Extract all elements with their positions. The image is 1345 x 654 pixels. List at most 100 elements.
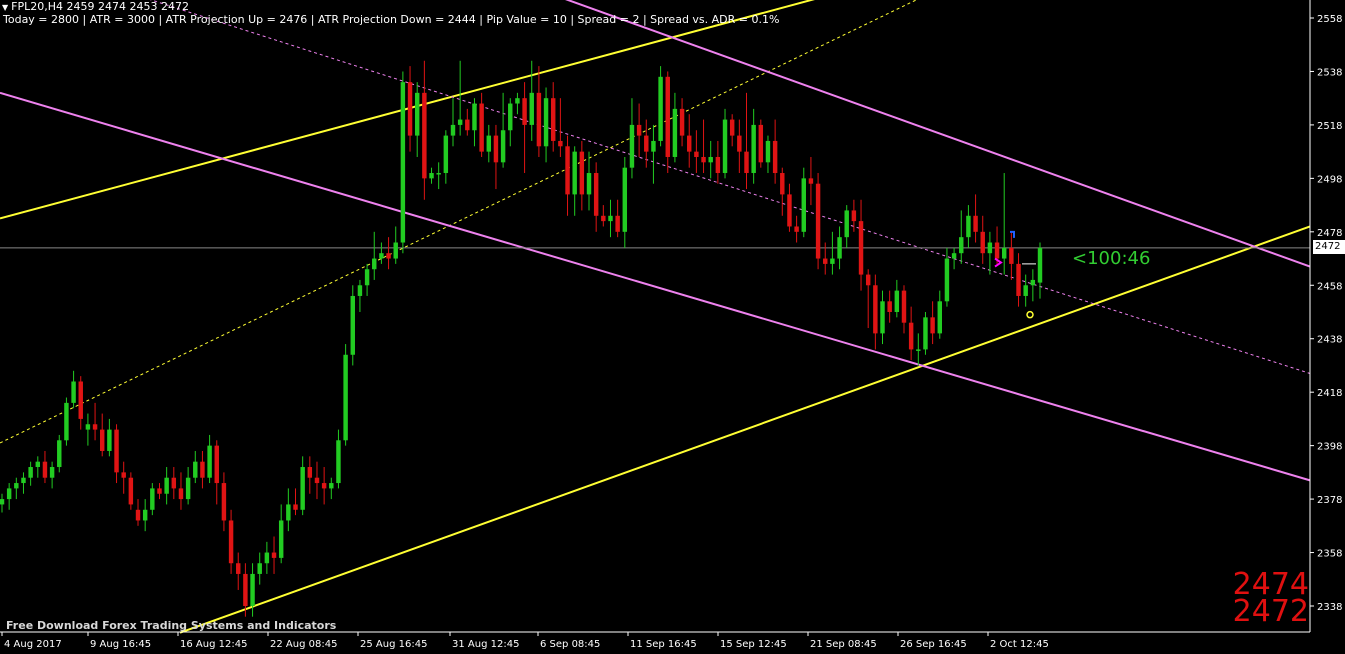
candle-body — [987, 242, 993, 254]
candle-body — [92, 424, 98, 430]
candle-body — [1016, 263, 1021, 296]
candle-body — [422, 92, 427, 179]
candle-body — [178, 488, 184, 500]
candle-body — [780, 173, 785, 195]
candle-body — [100, 429, 105, 451]
candle — [393, 226, 398, 264]
candle — [508, 98, 513, 147]
candle-body — [665, 76, 670, 157]
candle-body — [57, 440, 62, 468]
price-chart[interactable]: 2558 2538 2518 2498 2478 2458 2438 2418 2398 2378… — [0, 0, 1345, 654]
candle-body — [837, 237, 842, 259]
arrow-marker-blue — [1010, 230, 1015, 238]
candle — [157, 483, 162, 500]
candle — [257, 552, 262, 585]
candle — [436, 162, 441, 190]
candle-body — [865, 274, 871, 286]
x-tick-label: 4 Aug 2017 — [4, 639, 62, 650]
candle-body — [586, 173, 592, 195]
candle — [579, 140, 585, 211]
candle-body — [35, 461, 41, 468]
candle — [737, 119, 742, 174]
candle-body — [271, 552, 277, 558]
candle — [987, 231, 993, 275]
candle — [1001, 173, 1007, 275]
x-tick-label: 9 Aug 16:45 — [90, 639, 151, 650]
candle — [343, 344, 348, 446]
candle-body — [994, 242, 1000, 259]
candle-body — [1023, 285, 1028, 296]
candle — [307, 456, 313, 494]
candle — [350, 285, 355, 366]
axes: 2558 2538 2518 2498 2478 2458 2438 2418 2398 2378… — [0, 0, 1342, 650]
candle — [665, 71, 670, 174]
candle — [1009, 231, 1014, 280]
candle — [543, 87, 549, 163]
candle-body — [515, 98, 520, 104]
candle — [178, 472, 184, 510]
candles — [0, 60, 1043, 617]
x-tick-label: 26 Sep 16:45 — [900, 639, 967, 650]
x-tick-label: 22 Aug 08:45 — [270, 639, 337, 650]
candle — [486, 124, 492, 163]
candle-body — [565, 146, 570, 195]
collapse-triangle-icon[interactable]: ▼ — [2, 3, 8, 12]
candle-body — [207, 445, 212, 478]
candle-body — [916, 349, 921, 351]
bar-countdown: <100:46 — [1072, 248, 1151, 269]
candle — [679, 98, 685, 147]
candle — [966, 205, 971, 248]
candle-body — [221, 483, 227, 521]
candle — [837, 226, 842, 270]
y-tick-label: 2418 — [1317, 388, 1342, 399]
candle — [550, 82, 556, 152]
candle-body — [980, 231, 985, 254]
candle-body — [214, 445, 219, 484]
y-tick-label: 2498 — [1317, 174, 1342, 185]
y-tick-label: 2378 — [1317, 495, 1342, 506]
candle — [0, 493, 5, 513]
candle-body — [558, 140, 563, 147]
candle-body — [880, 301, 885, 334]
candle-body — [873, 285, 878, 334]
candle — [300, 456, 305, 516]
candle-body — [815, 183, 821, 259]
x-tick-label: 15 Sep 12:45 — [720, 639, 787, 650]
candle — [286, 488, 291, 532]
candle-body — [708, 156, 713, 163]
y-tick-label: 2538 — [1317, 67, 1342, 78]
candle — [164, 467, 169, 505]
candle-body — [364, 269, 370, 286]
candle — [536, 66, 542, 157]
candle-body — [722, 119, 728, 174]
candle — [42, 450, 48, 484]
watermark-text: Free Download Forex Trading Systems and … — [6, 619, 337, 632]
candle-body — [357, 285, 363, 296]
candle-body — [185, 477, 191, 500]
candle — [114, 424, 119, 484]
candle-body — [951, 253, 957, 259]
candle — [923, 312, 928, 355]
candle — [515, 92, 520, 115]
candle — [479, 92, 484, 157]
candle — [572, 146, 577, 216]
candle-body — [887, 301, 892, 312]
candle-body — [293, 504, 298, 510]
candle — [465, 108, 470, 136]
candle-body — [393, 242, 398, 259]
candle-body — [923, 317, 928, 350]
candle — [336, 429, 341, 489]
candle — [794, 215, 799, 243]
y-tick-label: 2398 — [1317, 442, 1342, 453]
candle-body — [772, 140, 778, 174]
candle — [729, 114, 735, 147]
candle — [372, 231, 377, 280]
candle — [57, 434, 62, 473]
candle — [751, 108, 756, 184]
candle-body — [737, 135, 742, 152]
candle-body — [959, 237, 964, 254]
candle — [71, 370, 76, 409]
candle — [787, 183, 792, 232]
candle — [694, 130, 699, 174]
candle-body — [200, 461, 205, 478]
